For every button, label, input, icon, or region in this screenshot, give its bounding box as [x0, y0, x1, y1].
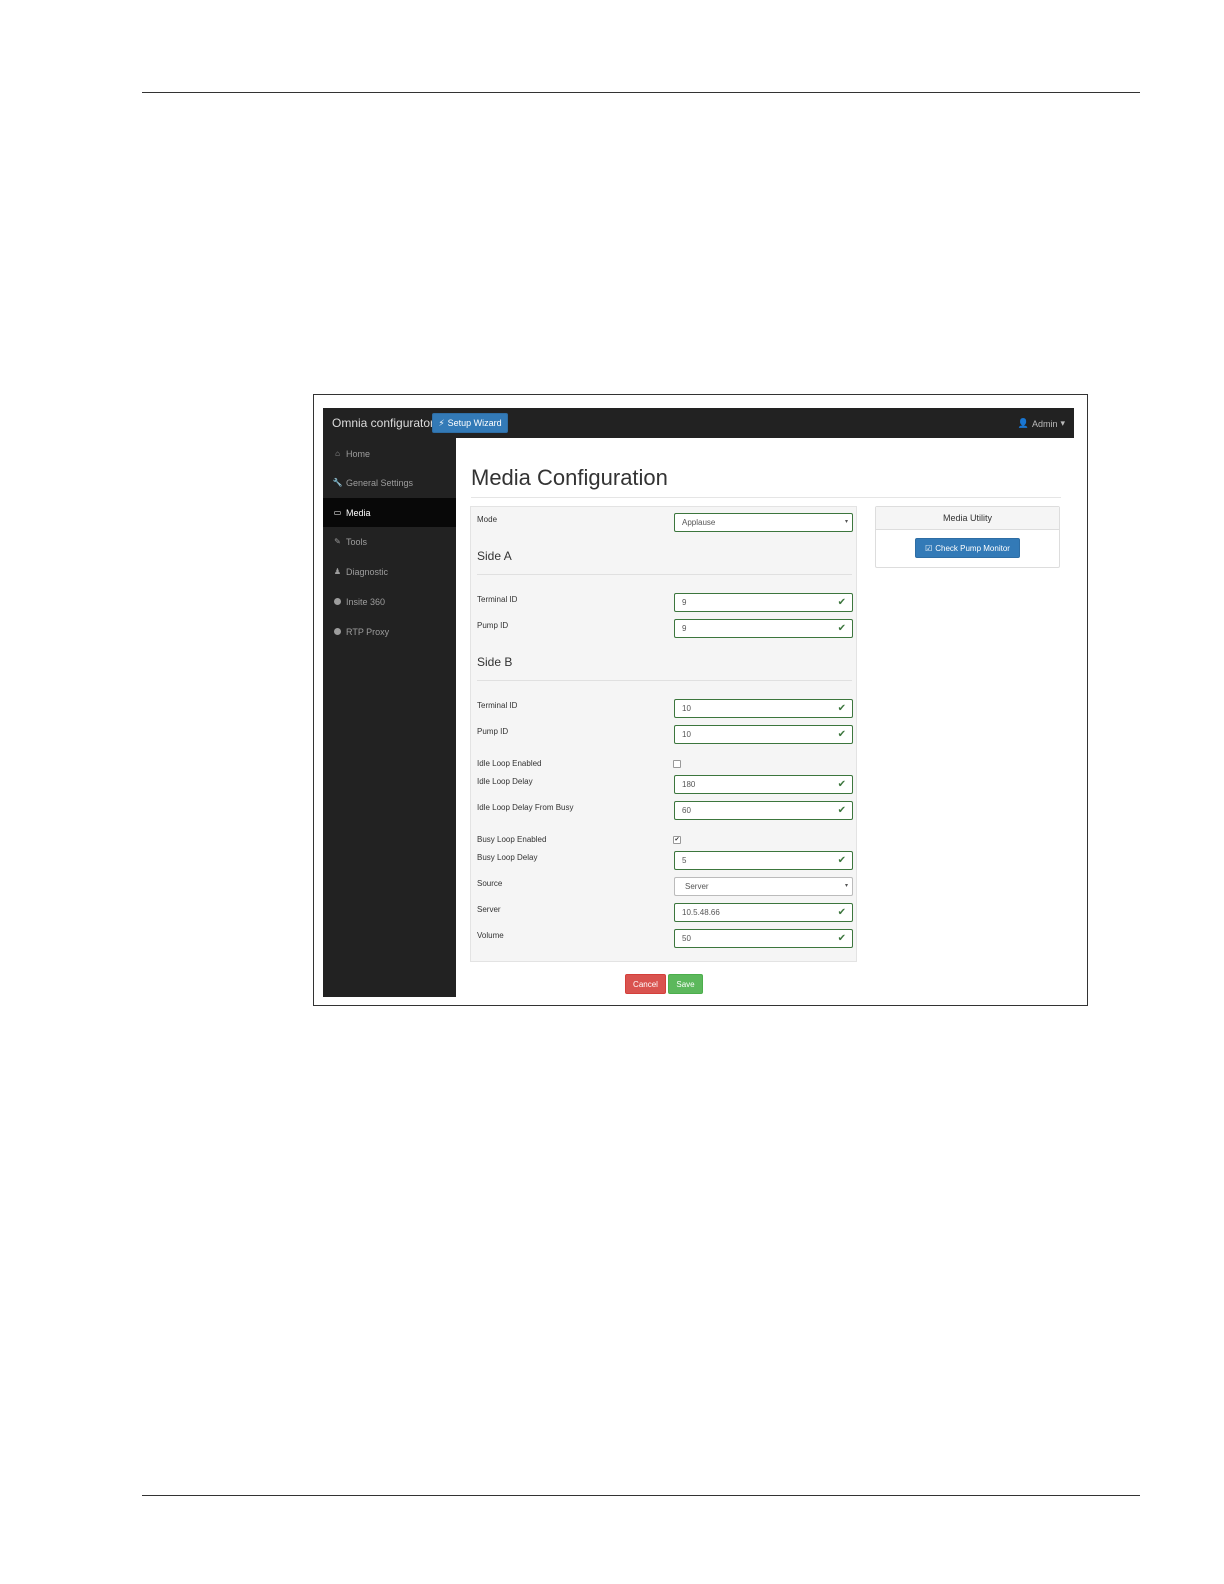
sidebar-item-rtp-proxy[interactable]: RTP Proxy	[323, 617, 456, 646]
page-header-rule	[142, 92, 1140, 93]
side-a-pump-input[interactable]: 9 ✔	[674, 619, 853, 638]
cancel-button[interactable]: Cancel	[625, 974, 666, 994]
side-a-terminal-input[interactable]: 9 ✔	[674, 593, 853, 612]
sidebar-item-label: Insite 360	[346, 596, 386, 607]
check-icon: ✔	[837, 729, 846, 740]
busy-loop-delay-value: 5	[682, 856, 687, 865]
busy-loop-enabled-checkbox[interactable]: ✔	[673, 836, 681, 844]
home-icon: ⌂	[335, 449, 340, 458]
top-navbar: Omnia configurator ⚡ Setup Wizard 👤 Admi…	[323, 408, 1074, 438]
media-utility-panel: Media Utility ☑ Check Pump Monitor	[875, 506, 1060, 568]
side-b-heading: Side B	[477, 655, 513, 669]
monitor-icon: ▭	[333, 508, 342, 517]
mode-select[interactable]: Applause ▾	[674, 513, 853, 532]
server-input[interactable]: 10.5.48.66 ✔	[674, 903, 853, 922]
mode-value: Applause	[682, 518, 716, 527]
mode-label: Mode	[477, 515, 498, 524]
circle-icon	[333, 628, 342, 635]
user-md-icon: ♟	[333, 567, 342, 576]
admin-label: Admin	[1031, 418, 1058, 429]
wrench-icon: 🔧	[332, 478, 343, 487]
sidebar: ⌂ Home 🔧 General Settings ▭ Media ✎ Tool…	[323, 438, 456, 997]
screenshot-frame: Omnia configurator ⚡ Setup Wizard 👤 Admi…	[313, 394, 1088, 1006]
check-pump-monitor-label: Check Pump Monitor	[935, 543, 1010, 553]
check-icon: ✔	[837, 597, 846, 608]
sidebar-item-label: RTP Proxy	[346, 626, 390, 637]
idle-loop-delay-busy-value: 60	[682, 806, 691, 815]
sidebar-item-label: General Settings	[346, 477, 414, 488]
page-footer-rule	[142, 1495, 1140, 1496]
check-icon: ✔	[837, 805, 846, 816]
media-utility-heading: Media Utility	[876, 507, 1059, 530]
setup-wizard-label: Setup Wizard	[447, 418, 502, 428]
idle-loop-delay-busy-label: Idle Loop Delay From Busy	[477, 803, 574, 812]
side-b-divider	[477, 680, 852, 681]
sidebar-item-label: Media	[346, 507, 371, 518]
side-a-pump-label: Pump ID	[477, 621, 509, 630]
idle-loop-delay-busy-input[interactable]: 60 ✔	[674, 801, 853, 820]
sidebar-item-home[interactable]: ⌂ Home	[323, 439, 456, 468]
app-window: Omnia configurator ⚡ Setup Wizard 👤 Admi…	[323, 408, 1074, 997]
side-a-pump-value: 9	[682, 624, 687, 633]
sidebar-item-label: Home	[346, 448, 371, 459]
idle-loop-delay-value: 180	[682, 780, 696, 789]
checkmark-icon: ✔	[674, 837, 680, 843]
media-form-panel: Mode Applause ▾ Side A Terminal ID 9 ✔ P…	[470, 506, 857, 962]
side-b-pump-input[interactable]: 10 ✔	[674, 725, 853, 744]
brand-title[interactable]: Omnia configurator	[332, 416, 434, 430]
sidebar-item-label: Tools	[346, 536, 368, 547]
check-icon: ✔	[837, 623, 846, 634]
save-button[interactable]: Save	[668, 974, 703, 994]
sidebar-item-general-settings[interactable]: 🔧 General Settings	[323, 468, 456, 497]
side-b-terminal-label: Terminal ID	[477, 701, 518, 710]
admin-menu[interactable]: 👤 Admin ▾	[1018, 418, 1065, 429]
side-a-divider	[477, 574, 852, 575]
server-label: Server	[477, 905, 501, 914]
side-b-pump-value: 10	[682, 730, 691, 739]
page-title: Media Configuration	[471, 465, 668, 490]
chevron-down-icon: ▾	[844, 883, 848, 889]
side-a-heading: Side A	[477, 549, 512, 563]
setup-wizard-button[interactable]: ⚡ Setup Wizard	[432, 413, 508, 433]
source-select[interactable]: Server ▾	[674, 877, 853, 896]
side-b-terminal-input[interactable]: 10 ✔	[674, 699, 853, 718]
source-label: Source	[477, 879, 503, 888]
chevron-down-icon: ▾	[844, 519, 848, 525]
sidebar-item-label: Diagnostic	[346, 566, 389, 577]
side-a-terminal-value: 9	[682, 598, 687, 607]
edit-icon: ✎	[334, 537, 341, 546]
check-icon: ✔	[837, 855, 846, 866]
chevron-down-icon: ▾	[1060, 418, 1065, 428]
side-a-terminal-label: Terminal ID	[477, 595, 518, 604]
busy-loop-enabled-label: Busy Loop Enabled	[477, 835, 547, 844]
volume-input[interactable]: 50 ✔	[674, 929, 853, 948]
server-value: 10.5.48.66	[682, 908, 720, 917]
check-square-icon: ☑	[925, 543, 933, 553]
idle-loop-delay-input[interactable]: 180 ✔	[674, 775, 853, 794]
idle-loop-delay-label: Idle Loop Delay	[477, 777, 533, 786]
side-b-pump-label: Pump ID	[477, 727, 509, 736]
sidebar-item-diagnostic[interactable]: ♟ Diagnostic	[323, 557, 456, 586]
idle-loop-enabled-label: Idle Loop Enabled	[477, 759, 542, 768]
busy-loop-delay-input[interactable]: 5 ✔	[674, 851, 853, 870]
sidebar-item-media[interactable]: ▭ Media	[323, 498, 456, 527]
bolt-icon: ⚡	[438, 417, 445, 428]
side-b-terminal-value: 10	[682, 704, 691, 713]
check-icon: ✔	[837, 779, 846, 790]
circle-icon	[333, 598, 342, 605]
user-icon: 👤	[1017, 418, 1029, 428]
source-value: Server	[685, 882, 709, 891]
check-icon: ✔	[837, 703, 846, 714]
idle-loop-enabled-checkbox[interactable]	[673, 760, 681, 768]
check-icon: ✔	[837, 907, 846, 918]
sidebar-item-insite-360[interactable]: Insite 360	[323, 587, 456, 616]
title-divider	[471, 497, 1061, 498]
check-pump-monitor-button[interactable]: ☑ Check Pump Monitor	[915, 538, 1020, 558]
volume-value: 50	[682, 934, 691, 943]
sidebar-item-tools[interactable]: ✎ Tools	[323, 527, 456, 556]
check-icon: ✔	[837, 933, 846, 944]
busy-loop-delay-label: Busy Loop Delay	[477, 853, 538, 862]
volume-label: Volume	[477, 931, 504, 940]
